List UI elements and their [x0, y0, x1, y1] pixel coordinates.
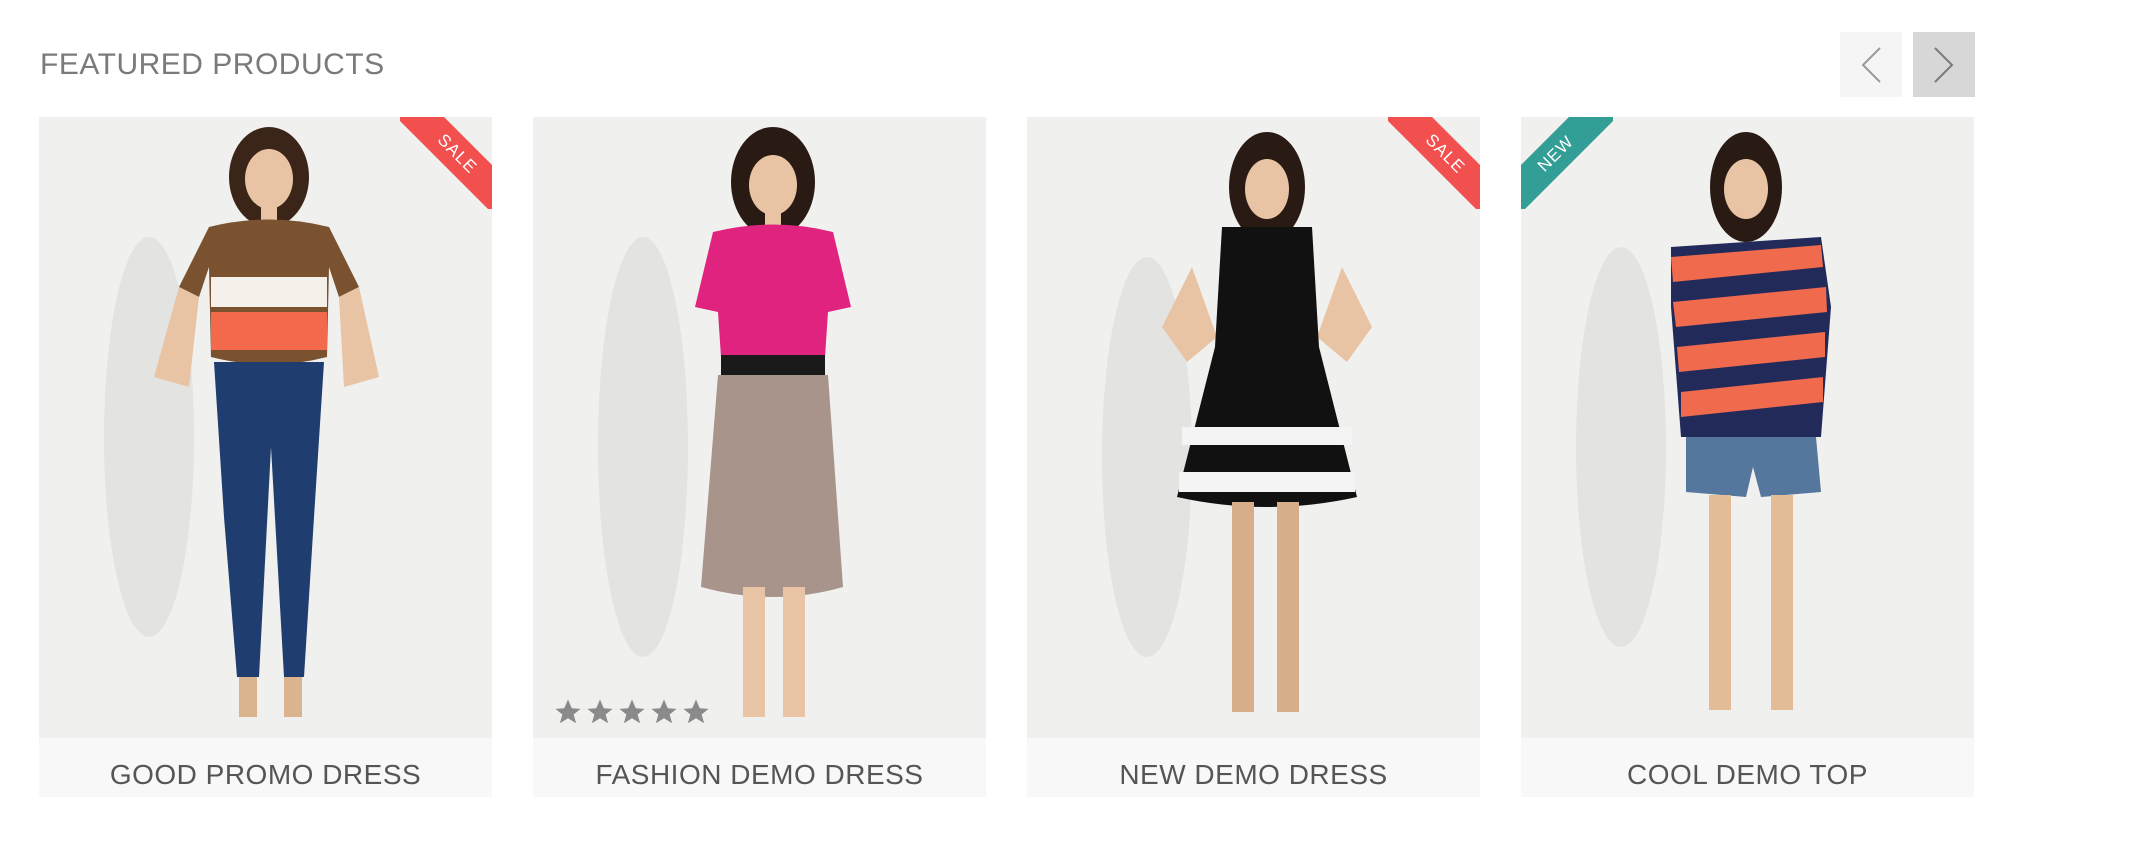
product-carousel: SALE GOOD PROMO DRESS FASHION DEMO DRESS… — [39, 117, 1974, 797]
model-photo — [1102, 132, 1372, 712]
product-name-bar: GOOD PROMO DRESS — [39, 738, 492, 797]
carousel-prev-button[interactable] — [1840, 32, 1902, 97]
product-name-link[interactable]: COOL DEMO TOP — [1627, 759, 1868, 791]
model-photo — [598, 127, 851, 717]
product-name-link[interactable]: FASHION DEMO DRESS — [596, 759, 924, 791]
sale-badge: SALE — [400, 117, 492, 209]
product-card: NEW COOL DEMO TOP — [1521, 117, 1974, 797]
product-name-link[interactable]: NEW DEMO DRESS — [1119, 759, 1387, 791]
product-card: FASHION DEMO DRESS — [533, 117, 986, 797]
product-image[interactable]: NEW — [1521, 117, 1974, 738]
product-image[interactable] — [533, 117, 986, 738]
model-photo — [1576, 132, 1831, 710]
sale-badge: SALE — [1388, 117, 1480, 209]
badge-label: SALE — [1388, 117, 1480, 209]
section-title: FEATURED PRODUCTS — [40, 48, 385, 81]
product-name-bar: COOL DEMO TOP — [1521, 738, 1974, 797]
product-name-link[interactable]: GOOD PROMO DRESS — [110, 759, 421, 791]
star-icon — [619, 699, 645, 724]
product-image[interactable]: SALE — [1027, 117, 1480, 738]
badge-label: NEW — [1521, 117, 1613, 209]
star-icon — [555, 699, 581, 724]
badge-label: SALE — [400, 117, 492, 209]
product-card: SALE GOOD PROMO DRESS — [39, 117, 492, 797]
chevron-left-icon — [1861, 46, 1881, 83]
product-name-bar: NEW DEMO DRESS — [1027, 738, 1480, 797]
star-icon — [651, 699, 677, 724]
star-icon — [683, 699, 709, 724]
new-badge: NEW — [1521, 117, 1613, 209]
rating-stars — [553, 697, 711, 727]
model-photo — [104, 127, 379, 717]
chevron-right-icon — [1934, 46, 1954, 83]
carousel-next-button[interactable] — [1913, 32, 1975, 97]
star-icon — [587, 699, 613, 724]
product-image[interactable]: SALE — [39, 117, 492, 738]
product-card: SALE NEW DEMO DRESS — [1027, 117, 1480, 797]
product-name-bar: FASHION DEMO DRESS — [533, 738, 986, 797]
